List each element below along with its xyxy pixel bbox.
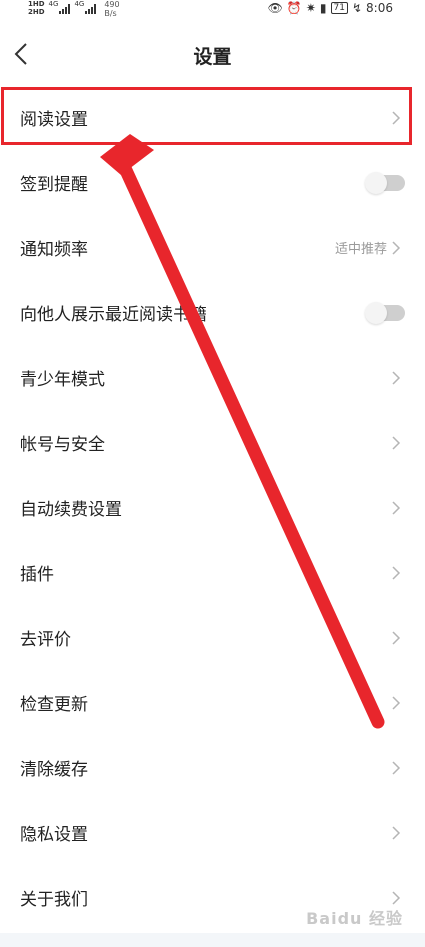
settings-row-5[interactable]: 帐号与安全 bbox=[0, 410, 425, 475]
settings-row-control bbox=[391, 605, 401, 670]
settings-row-8[interactable]: 去评价 bbox=[0, 605, 425, 670]
bottom-bar bbox=[0, 933, 425, 947]
settings-row-label: 向他人展示最近阅读书籍 bbox=[20, 305, 207, 325]
chevron-right-icon bbox=[392, 370, 401, 385]
settings-list: 阅读设置签到提醒通知频率 适中推荐向他人展示最近阅读书籍 青少年模式帐号与安全自动续… bbox=[0, 85, 425, 930]
settings-row-label: 通知频率 bbox=[20, 240, 88, 260]
signal-bars-icon bbox=[59, 2, 71, 14]
settings-row-label: 自动续费设置 bbox=[20, 500, 122, 520]
status-left: 1HD 2HD 4G 4G 490 B/s bbox=[28, 0, 120, 18]
settings-row-label: 阅读设置 bbox=[20, 110, 88, 130]
settings-row-control bbox=[365, 280, 405, 345]
network2-label: 4G bbox=[74, 0, 85, 8]
settings-row-control bbox=[391, 410, 401, 475]
settings-row-label: 帐号与安全 bbox=[20, 435, 105, 455]
settings-row-4[interactable]: 青少年模式 bbox=[0, 345, 425, 410]
chevron-right-icon bbox=[392, 500, 401, 515]
settings-row-label: 去评价 bbox=[20, 630, 71, 650]
settings-row-label: 隐私设置 bbox=[20, 825, 88, 845]
settings-row-control bbox=[391, 85, 401, 150]
signal-bars-icon bbox=[85, 2, 97, 14]
app-header: 设置 bbox=[0, 20, 425, 90]
settings-row-control bbox=[391, 735, 401, 800]
settings-row-label: 检查更新 bbox=[20, 695, 88, 715]
status-bar: 1HD 2HD 4G 4G 490 B/s 👁 ⏰ ✷ ▮ 71 ↯ 8:06 bbox=[0, 0, 425, 20]
chevron-right-icon bbox=[392, 110, 401, 125]
speed-unit: B/s bbox=[104, 9, 117, 18]
network2-indicator: 4G bbox=[74, 0, 97, 14]
network1-indicator: 4G bbox=[49, 0, 71, 14]
chevron-right-icon bbox=[392, 825, 401, 840]
settings-row-10[interactable]: 清除缓存 bbox=[0, 735, 425, 800]
settings-row-label: 关于我们 bbox=[20, 890, 88, 910]
settings-row-2[interactable]: 通知频率 适中推荐 bbox=[0, 215, 425, 280]
settings-row-label: 清除缓存 bbox=[20, 760, 88, 780]
charging-icon: ↯ bbox=[351, 1, 363, 15]
chevron-right-icon bbox=[392, 565, 401, 580]
chevron-right-icon bbox=[392, 240, 401, 255]
settings-row-value: 适中推荐 bbox=[334, 242, 387, 257]
settings-row-11[interactable]: 隐私设置 bbox=[0, 800, 425, 865]
chevron-right-icon bbox=[392, 760, 401, 775]
chevron-right-icon bbox=[392, 630, 401, 645]
settings-row-control bbox=[391, 540, 401, 605]
eye-icon: 👁 bbox=[267, 1, 283, 15]
settings-row-0[interactable]: 阅读设置 bbox=[0, 85, 425, 150]
chevron-right-icon bbox=[392, 695, 401, 710]
toggle-switch[interactable] bbox=[365, 301, 405, 324]
settings-row-label: 签到提醒 bbox=[20, 175, 88, 195]
page-title: 设置 bbox=[193, 46, 232, 68]
settings-row-9[interactable]: 检查更新 bbox=[0, 670, 425, 735]
chevron-right-icon bbox=[392, 435, 401, 450]
settings-row-label: 青少年模式 bbox=[20, 370, 105, 390]
watermark-logo: Baidu 经验 bbox=[306, 909, 403, 928]
clock-time: 8:06 bbox=[366, 1, 393, 15]
vibrate-icon: ▮ bbox=[319, 1, 327, 15]
settings-row-control bbox=[391, 800, 401, 865]
settings-row-1[interactable]: 签到提醒 bbox=[0, 150, 425, 215]
settings-row-label: 插件 bbox=[20, 565, 54, 585]
settings-row-control bbox=[391, 345, 401, 410]
bluetooth-icon: ✷ bbox=[305, 1, 316, 15]
sim1-label: 1HD bbox=[28, 0, 45, 8]
settings-row-6[interactable]: 自动续费设置 bbox=[0, 475, 425, 540]
settings-row-control bbox=[391, 670, 401, 735]
network1-label: 4G bbox=[48, 0, 59, 8]
settings-row-control: 适中推荐 bbox=[335, 215, 401, 280]
status-right: 👁 ⏰ ✷ ▮ 71 ↯ 8:06 bbox=[268, 1, 393, 15]
sim2-label: 2HD bbox=[28, 8, 45, 16]
network-speed: 490 B/s bbox=[104, 0, 119, 18]
speed-value: 490 bbox=[104, 0, 120, 9]
alarm-icon: ⏰ bbox=[286, 1, 302, 15]
battery-level: 71 bbox=[330, 2, 348, 14]
settings-row-control bbox=[391, 475, 401, 540]
settings-row-3[interactable]: 向他人展示最近阅读书籍 bbox=[0, 280, 425, 345]
settings-row-7[interactable]: 插件 bbox=[0, 540, 425, 605]
chevron-right-icon bbox=[392, 890, 401, 905]
sim-indicators: 1HD 2HD bbox=[28, 0, 45, 16]
settings-row-control bbox=[365, 150, 405, 215]
toggle-switch[interactable] bbox=[365, 171, 405, 194]
